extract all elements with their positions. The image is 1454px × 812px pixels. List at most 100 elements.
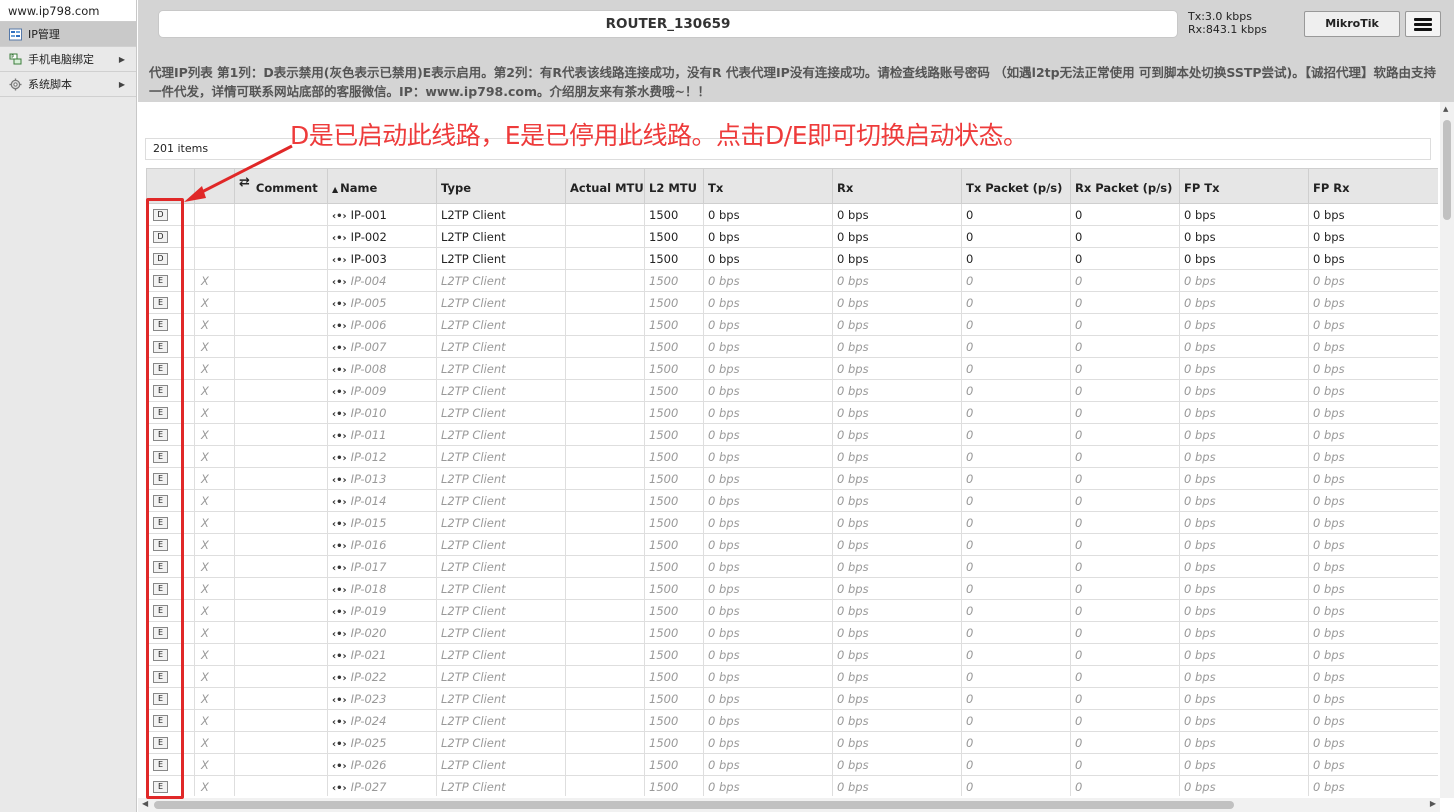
interface-name: IP-025	[350, 735, 387, 750]
table-row[interactable]: E X ‹•› IP-005 L2TP Client 1500 0 bps 0 bps 0 0 0 …	[146, 291, 1438, 314]
status-flag: X	[201, 581, 209, 596]
cell-type: L2TP Client	[436, 555, 566, 578]
cell-comment	[234, 665, 328, 688]
table-row[interactable]: E X ‹•› IP-022 L2TP Client 1500 0 bps 0 bps 0 0 0 …	[146, 665, 1438, 688]
table-row[interactable]: E X ‹•› IP-027 L2TP Client 1500 0 bps 0 bps 0 0 0 …	[146, 775, 1438, 796]
cell-rx: 0 bps	[832, 687, 962, 710]
vertical-scrollbar[interactable]: ▲	[1440, 102, 1454, 798]
interface-table-container: ⇄ Comment ▲ Name Type Actual MTU L2 MTU Tx…	[146, 168, 1438, 796]
status-flag: X	[201, 405, 209, 420]
cell-tx: 0 bps	[703, 335, 833, 358]
cell-rx-packet: 0	[1070, 511, 1180, 534]
cell-actual-mtu	[565, 357, 645, 380]
col-rx-header[interactable]: Rx	[832, 168, 962, 204]
scroll-left-icon[interactable]: ◀	[142, 799, 148, 808]
table-row[interactable]: E X ‹•› IP-011 L2TP Client 1500 0 bps 0 bps 0 0 0 …	[146, 423, 1438, 446]
cell-tx: 0 bps	[703, 401, 833, 424]
cell-status: X	[194, 665, 235, 688]
table-row[interactable]: E X ‹•› IP-012 L2TP Client 1500 0 bps 0 bps 0 0 0 …	[146, 445, 1438, 468]
cell-name: ‹•› IP-007	[327, 335, 437, 358]
table-row[interactable]: E X ‹•› IP-014 L2TP Client 1500 0 bps 0 bps 0 0 0 …	[146, 489, 1438, 512]
table-row[interactable]: E X ‹•› IP-019 L2TP Client 1500 0 bps 0 bps 0 0 0 …	[146, 599, 1438, 622]
col-l2-mtu-header[interactable]: L2 MTU	[644, 168, 704, 204]
cell-fp-tx: 0 bps	[1179, 621, 1309, 644]
table-row[interactable]: E X ‹•› IP-025 L2TP Client 1500 0 bps 0 bps 0 0 0 …	[146, 731, 1438, 754]
scroll-up-icon[interactable]: ▲	[1443, 105, 1448, 113]
sidebar-item-label: 手机电脑绑定	[28, 53, 94, 66]
table-row[interactable]: E X ‹•› IP-006 L2TP Client 1500 0 bps 0 bps 0 0 0 …	[146, 313, 1438, 336]
cell-status: X	[194, 577, 235, 600]
table-row[interactable]: E X ‹•› IP-004 L2TP Client 1500 0 bps 0 bps 0 0 0 …	[146, 269, 1438, 292]
cell-tx: 0 bps	[703, 247, 833, 270]
col-name-header[interactable]: ▲ Name	[327, 168, 437, 204]
sidebar-item-system-script[interactable]: 系统脚本 ▶	[0, 72, 136, 97]
cell-tx: 0 bps	[703, 511, 833, 534]
table-row[interactable]: E X ‹•› IP-024 L2TP Client 1500 0 bps 0 bps 0 0 0 …	[146, 709, 1438, 732]
col-type-header[interactable]: Type	[436, 168, 566, 204]
cell-tx: 0 bps	[703, 445, 833, 468]
table-row[interactable]: E X ‹•› IP-013 L2TP Client 1500 0 bps 0 bps 0 0 0 …	[146, 467, 1438, 490]
cell-l2-mtu: 1500	[644, 511, 704, 534]
cell-status	[194, 247, 235, 270]
cell-rx-packet: 0	[1070, 621, 1180, 644]
cell-fp-tx: 0 bps	[1179, 313, 1309, 336]
sidebar: www.ip798.com IP管理 IP 手机电脑绑定 ▶ 系统脚本 ▶	[0, 0, 137, 812]
table-row[interactable]: E X ‹•› IP-010 L2TP Client 1500 0 bps 0 bps 0 0 0 …	[146, 401, 1438, 424]
interface-icon: ‹•›	[332, 364, 347, 376]
table-row[interactable]: D ‹•› IP-002 L2TP Client 1500 0 bps 0 bps 0 0 0 b…	[146, 225, 1438, 248]
cell-fp-rx: 0 bps	[1308, 203, 1438, 226]
scroll-right-icon[interactable]: ▶	[1430, 799, 1436, 808]
cell-fp-tx: 0 bps	[1179, 467, 1309, 490]
cell-l2-mtu: 1500	[644, 467, 704, 490]
table-row[interactable]: D ‹•› IP-001 L2TP Client 1500 0 bps 0 bps 0 0 0 b…	[146, 203, 1438, 226]
cell-actual-mtu	[565, 269, 645, 292]
table-row[interactable]: E X ‹•› IP-009 L2TP Client 1500 0 bps 0 bps 0 0 0 …	[146, 379, 1438, 402]
cell-type: L2TP Client	[436, 643, 566, 666]
cell-fp-rx: 0 bps	[1308, 225, 1438, 248]
horizontal-scrollbar[interactable]: ◀ ▶	[138, 798, 1440, 812]
content-panel: 201 items ⇄ Comment ▲ Name Type Actual M…	[138, 102, 1454, 812]
vertical-scroll-thumb[interactable]	[1443, 120, 1451, 220]
cell-l2-mtu: 1500	[644, 379, 704, 402]
cell-comment	[234, 401, 328, 424]
hamburger-menu-button[interactable]	[1405, 11, 1441, 37]
cell-rx-packet: 0	[1070, 775, 1180, 796]
table-row[interactable]: E X ‹•› IP-007 L2TP Client 1500 0 bps 0 bps 0 0 0 …	[146, 335, 1438, 358]
horizontal-scroll-thumb[interactable]	[154, 801, 1234, 809]
sidebar-item-device-bind[interactable]: IP 手机电脑绑定 ▶	[0, 47, 136, 72]
table-row[interactable]: E X ‹•› IP-023 L2TP Client 1500 0 bps 0 bps 0 0 0 …	[146, 687, 1438, 710]
interface-table: ⇄ Comment ▲ Name Type Actual MTU L2 MTU Tx…	[146, 168, 1438, 796]
col-tx-header[interactable]: Tx	[703, 168, 833, 204]
cell-tx-packet: 0	[961, 533, 1071, 556]
cell-l2-mtu: 1500	[644, 247, 704, 270]
table-row[interactable]: E X ‹•› IP-018 L2TP Client 1500 0 bps 0 bps 0 0 0 …	[146, 577, 1438, 600]
col-fp-tx-header[interactable]: FP Tx	[1179, 168, 1309, 204]
cell-comment	[234, 445, 328, 468]
table-row[interactable]: D ‹•› IP-003 L2TP Client 1500 0 bps 0 bps 0 0 0 b…	[146, 247, 1438, 270]
interface-icon: ‹•›	[332, 716, 347, 728]
cell-type: L2TP Client	[436, 313, 566, 336]
col-fp-rx-header[interactable]: FP Rx	[1308, 168, 1438, 204]
table-row[interactable]: E X ‹•› IP-008 L2TP Client 1500 0 bps 0 bps 0 0 0 …	[146, 357, 1438, 380]
table-row[interactable]: E X ‹•› IP-016 L2TP Client 1500 0 bps 0 bps 0 0 0 …	[146, 533, 1438, 556]
chevron-right-icon: ▶	[118, 55, 125, 64]
cell-fp-tx: 0 bps	[1179, 709, 1309, 732]
cell-tx-packet: 0	[961, 335, 1071, 358]
table-row[interactable]: E X ‹•› IP-017 L2TP Client 1500 0 bps 0 bps 0 0 0 …	[146, 555, 1438, 578]
col-tx-packet-header[interactable]: Tx Packet (p/s)	[961, 168, 1071, 204]
table-row[interactable]: E X ‹•› IP-026 L2TP Client 1500 0 bps 0 bps 0 0 0 …	[146, 753, 1438, 776]
cell-rx: 0 bps	[832, 445, 962, 468]
table-row[interactable]: E X ‹•› IP-015 L2TP Client 1500 0 bps 0 bps 0 0 0 …	[146, 511, 1438, 534]
col-actual-mtu-header[interactable]: Actual MTU	[565, 168, 645, 204]
sidebar-item-ip-manage[interactable]: IP管理	[0, 22, 136, 47]
cell-fp-rx: 0 bps	[1308, 445, 1438, 468]
table-row[interactable]: E X ‹•› IP-021 L2TP Client 1500 0 bps 0 bps 0 0 0 …	[146, 643, 1438, 666]
cell-comment	[234, 731, 328, 754]
col-rx-packet-header[interactable]: Rx Packet (p/s)	[1070, 168, 1180, 204]
cell-fp-tx: 0 bps	[1179, 357, 1309, 380]
cell-type: L2TP Client	[436, 269, 566, 292]
table-header-row: ⇄ Comment ▲ Name Type Actual MTU L2 MTU Tx…	[146, 168, 1438, 204]
cell-actual-mtu	[565, 555, 645, 578]
mikrotik-button[interactable]: MikroTik	[1304, 11, 1400, 37]
table-row[interactable]: E X ‹•› IP-020 L2TP Client 1500 0 bps 0 bps 0 0 0 …	[146, 621, 1438, 644]
